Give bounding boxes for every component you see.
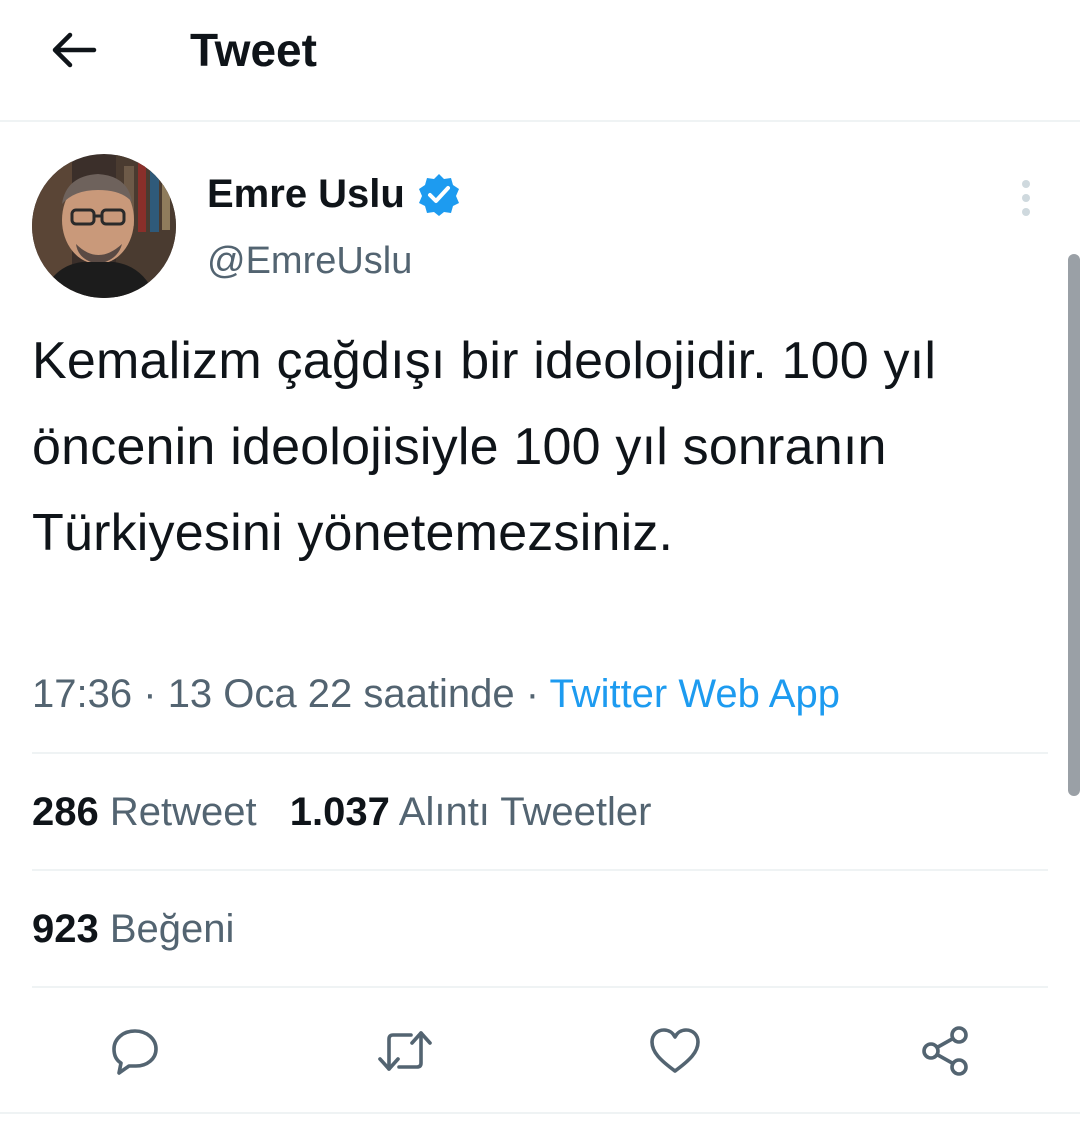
verified-badge-icon bbox=[417, 172, 461, 216]
scrollbar[interactable] bbox=[1068, 254, 1080, 796]
quotes-label: Alıntı Tweetler bbox=[398, 790, 652, 834]
retweet-button[interactable] bbox=[370, 1016, 440, 1086]
retweets-label: Retweet bbox=[109, 790, 257, 834]
like-button[interactable] bbox=[640, 1016, 710, 1086]
reply-button[interactable] bbox=[100, 1016, 170, 1086]
back-button[interactable] bbox=[44, 22, 104, 78]
stats-row-likes: 923 Beğeni bbox=[32, 903, 234, 955]
tweet-text: Kemalizm çağdışı bir ideolojidir. 100 yı… bbox=[32, 332, 937, 562]
divider bbox=[32, 752, 1048, 754]
tweet-date[interactable]: 13 Oca 22 saatinde bbox=[168, 672, 515, 716]
heart-icon bbox=[650, 1028, 700, 1073]
retweets-count: 286 bbox=[32, 790, 99, 834]
likes-stat[interactable]: 923 Beğeni bbox=[32, 907, 234, 951]
vertical-dots-icon bbox=[1022, 180, 1030, 216]
tweet-source-link[interactable]: Twitter Web App bbox=[549, 672, 840, 716]
more-options-button[interactable] bbox=[1006, 176, 1046, 220]
likes-count: 923 bbox=[32, 907, 99, 951]
stats-row-retweets: 286 Retweet 1.037 Alıntı Tweetler bbox=[32, 786, 651, 838]
author-handle[interactable]: @EmreUslu bbox=[207, 238, 412, 284]
avatar[interactable] bbox=[32, 154, 176, 298]
share-button[interactable] bbox=[910, 1016, 980, 1086]
author-name-row[interactable]: Emre Uslu bbox=[207, 170, 461, 218]
quotes-stat[interactable]: 1.037 Alıntı Tweetler bbox=[290, 790, 652, 834]
retweet-arrows-icon bbox=[378, 1031, 432, 1071]
speech-bubble-icon bbox=[112, 1029, 158, 1075]
author-display-name: Emre Uslu bbox=[207, 172, 405, 216]
quotes-count: 1.037 bbox=[289, 790, 390, 834]
likes-label: Beğeni bbox=[109, 907, 235, 951]
divider bbox=[32, 869, 1048, 871]
share-icon bbox=[922, 1026, 968, 1076]
meta-separator: · bbox=[525, 672, 540, 716]
retweets-stat[interactable]: 286 Retweet bbox=[32, 790, 257, 834]
meta-separator: · bbox=[143, 672, 157, 716]
divider bbox=[32, 986, 1048, 988]
page-title: Tweet bbox=[190, 24, 317, 76]
tweet-time[interactable]: 17:36 bbox=[32, 672, 132, 716]
profile-photo bbox=[32, 154, 176, 298]
arrow-left-icon bbox=[52, 32, 97, 68]
top-bar: Tweet bbox=[0, 0, 1080, 122]
tweet-meta: 17:36 · 13 Oca 22 saatinde · Twitter Web… bbox=[32, 668, 840, 720]
action-bar bbox=[0, 1016, 1080, 1086]
divider bbox=[0, 1112, 1080, 1114]
